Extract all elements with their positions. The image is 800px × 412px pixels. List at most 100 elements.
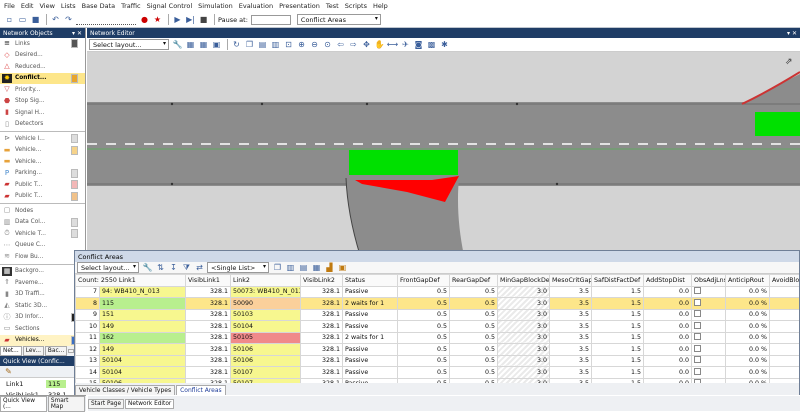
chart-icon[interactable]: ▟ (324, 262, 335, 273)
airplane-icon[interactable]: ✈ (400, 39, 411, 50)
table-cell-as[interactable]: 0.0 (643, 308, 692, 321)
table-cell-fg[interactable]: 0.5 (397, 320, 450, 333)
visibility-toggle[interactable] (71, 73, 78, 83)
table-cell-n[interactable]: 12 (75, 343, 100, 356)
column-header[interactable]: VisibLink1 (185, 274, 231, 287)
sort-desc-icon[interactable]: ↧ (168, 262, 179, 273)
table-cell-status[interactable]: 2 waits for 1 (342, 331, 398, 344)
menu-evaluation[interactable]: Evaluation (239, 2, 273, 10)
export-icon[interactable]: ▤ (298, 262, 309, 273)
zoom-in-icon[interactable]: ⊕ (296, 39, 307, 50)
table-cell-mc[interactable]: 3.5 (549, 366, 592, 379)
time-slider-icon[interactable] (76, 14, 136, 25)
table-cell-status[interactable]: Passive (342, 354, 398, 367)
table-cell-ab[interactable]: 100.0 % (769, 285, 799, 298)
table-cell-mc[interactable]: 3.5 (549, 343, 592, 356)
table-cell-v1[interactable]: 328.1 (185, 285, 231, 298)
hand-icon[interactable]: ✋ (374, 39, 385, 50)
table-cell-rg[interactable]: 0.5 (449, 366, 498, 379)
table-cell-n[interactable]: 13 (75, 354, 100, 367)
menu-help[interactable]: Help (373, 2, 388, 10)
network-object-vehicles[interactable]: ▰ Vehicles... (0, 334, 85, 346)
table-cell-v1[interactable]: 328.1 (185, 308, 231, 321)
table-row[interactable]: 12 149 328.1 50106 328.1 Passive 0.5 0.5 3.0 3.5 1… (75, 343, 799, 356)
table-cell-obs[interactable] (691, 331, 726, 344)
table-cell-as[interactable]: 0.0 (643, 320, 692, 333)
network-object-links[interactable]: ≡ Links (0, 38, 85, 50)
table-cell-mg[interactable]: 3.0 (497, 320, 550, 333)
network-object-data-collection[interactable]: ▥ Data Col... (0, 217, 85, 229)
table-cell-link1[interactable]: 115 (99, 297, 186, 310)
table-cell-v2[interactable]: 328.1 (300, 320, 343, 333)
table-cell-link2[interactable]: 50106 (230, 343, 301, 356)
table-cell-n[interactable]: 8 (75, 297, 100, 310)
table-cell-v1[interactable]: 328.1 (185, 366, 231, 379)
measure-icon[interactable]: ⟷ (387, 39, 398, 50)
tab-vehicle-classes[interactable]: Vehicle Classes / Vehicle Types (75, 385, 176, 395)
menu-test[interactable]: Test (326, 2, 339, 10)
table-cell-ab[interactable]: 100.0 % (769, 308, 799, 321)
pan-icon[interactable]: ✥ (361, 39, 372, 50)
table-cell-v1[interactable]: 328.1 (185, 354, 231, 367)
table-cell-sd[interactable]: 1.5 (591, 297, 644, 310)
layout-dropdown[interactable]: Conflict Areas ▾ (296, 14, 381, 25)
network-object-detectors[interactable]: ▯ Detectors (0, 119, 85, 131)
table-cell-mg[interactable]: 3.0 (497, 354, 550, 367)
column-header[interactable]: Count: 2550 Link1 (75, 274, 186, 287)
tab-conflict-areas[interactable]: Conflict Areas (176, 385, 226, 395)
table-cell-sd[interactable]: 1.5 (591, 308, 644, 321)
table-cell-ar[interactable]: 0.0 % (725, 331, 770, 344)
visibility-toggle[interactable] (71, 229, 78, 238)
table-cell-ab[interactable]: 100.0 % (769, 320, 799, 333)
network-object-pavement-markings[interactable]: ⇑ Paveme... (0, 277, 85, 289)
conflict-area-green[interactable] (755, 112, 800, 136)
table-cell-link2[interactable]: 50073: WB410_N_013 (230, 285, 301, 298)
panel-controls-icon[interactable]: ▾ ✕ (787, 30, 797, 37)
table-cell-v1[interactable]: 328.1 (185, 320, 231, 333)
checkbox[interactable] (694, 344, 701, 352)
grid-icon[interactable]: ▦ (311, 262, 322, 273)
table-row[interactable]: 11 162 328.1 50105 328.1 2 waits for 1 0.5 0.5 3… (75, 331, 799, 344)
network-object-queue-counters[interactable]: ⋯ Queue C... (0, 240, 85, 252)
tab-quick-view[interactable]: Quick View (... (0, 395, 47, 412)
screenshot-icon[interactable]: ▩ (426, 39, 437, 50)
editor-layout-select[interactable]: Select layout... ▾ (89, 39, 169, 50)
quick-view-value[interactable]: 115 (46, 379, 66, 388)
table-cell-link2[interactable]: 50106 (230, 354, 301, 367)
table-cell-mg[interactable]: 3.0 (497, 308, 550, 321)
table-cell-fg[interactable]: 0.5 (397, 366, 450, 379)
table-cell-rg[interactable]: 0.5 (449, 297, 498, 310)
table-cell-as[interactable]: 0.0 (643, 343, 692, 356)
delete-icon[interactable]: ▥ (285, 262, 296, 273)
column-header[interactable]: ObsAdjLns (691, 274, 726, 287)
column-header[interactable]: SafDistFactDef (591, 274, 644, 287)
table-cell-link1[interactable]: 162 (99, 331, 186, 344)
lock-icon[interactable]: ▣ (337, 262, 348, 273)
checkbox[interactable] (694, 321, 701, 329)
checkbox[interactable] (694, 310, 701, 318)
table-cell-fg[interactable]: 0.5 (397, 285, 450, 298)
table-cell-link2[interactable]: 50105 (230, 331, 301, 344)
redo-icon[interactable]: ↷ (63, 14, 74, 25)
stop-icon[interactable]: ■ (198, 14, 209, 25)
wrench-icon[interactable]: 🔧 (172, 39, 183, 50)
table-cell-obs[interactable] (691, 308, 726, 321)
rotate-icon[interactable]: ↻ (231, 39, 242, 50)
menu-edit[interactable]: Edit (21, 2, 34, 10)
table-cell-ab[interactable]: 100.0 % (769, 366, 799, 379)
copy-icon[interactable]: ❐ (244, 39, 255, 50)
table-cell-sd[interactable]: 1.5 (591, 354, 644, 367)
table-cell-v2[interactable]: 328.1 (300, 331, 343, 344)
table-cell-as[interactable]: 0.0 (643, 331, 692, 344)
lock-icon[interactable]: ▣ (211, 39, 222, 50)
open-folder-icon[interactable]: ▭ (17, 14, 28, 25)
menu-traffic[interactable]: Traffic (121, 2, 141, 10)
visibility-toggle[interactable] (71, 39, 78, 48)
table-cell-n[interactable]: 9 (75, 308, 100, 321)
table-cell-obs[interactable] (691, 343, 726, 356)
table-cell-status[interactable]: Passive (342, 308, 398, 321)
play-icon[interactable]: ▶ (172, 14, 183, 25)
table-cell-mc[interactable]: 3.5 (549, 320, 592, 333)
grid-icon[interactable]: ▦ (185, 39, 196, 50)
table-cell-fg[interactable]: 0.5 (397, 308, 450, 321)
